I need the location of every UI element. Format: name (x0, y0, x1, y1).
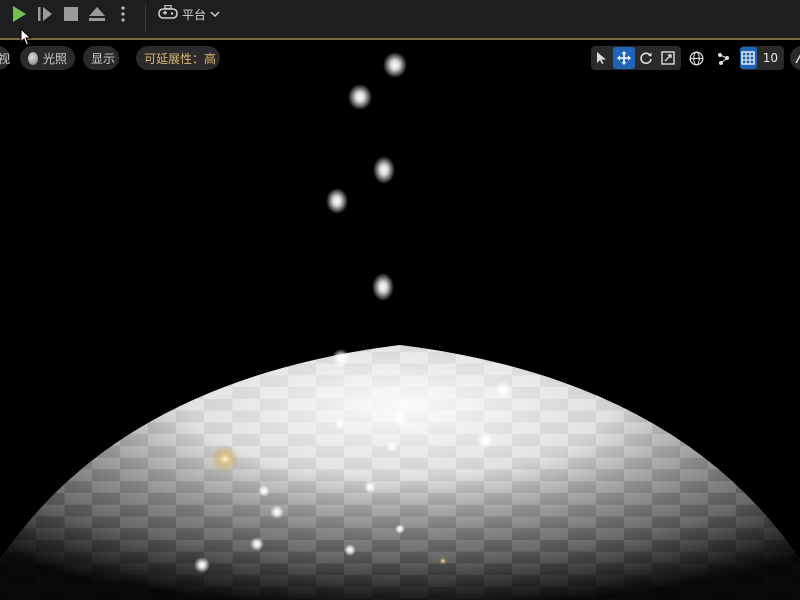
show-label: 显示 (91, 51, 116, 66)
chevron-down-icon (210, 7, 220, 21)
select-icon[interactable] (591, 47, 613, 69)
platform-label: 平台 (182, 7, 207, 22)
gamepad-icon (158, 4, 178, 24)
grid-snap-icon[interactable] (740, 47, 757, 69)
step-forward-icon[interactable] (34, 3, 56, 25)
scale-icon[interactable] (657, 47, 679, 69)
lighting-button[interactable]: 光照 (20, 46, 75, 70)
scalability-label: 可延展性：高 (144, 51, 217, 66)
lighting-label: 光照 (42, 51, 67, 66)
toolbar-divider (145, 4, 146, 32)
grid-snap-value[interactable]: 10 (757, 51, 784, 65)
platform-menu[interactable]: 平台 (158, 2, 220, 26)
show-button[interactable]: 显示 (83, 46, 119, 70)
eject-icon[interactable] (86, 3, 108, 25)
play-icon[interactable] (8, 3, 30, 25)
toolbar-accent-line (0, 38, 800, 40)
angle-snap-icon[interactable] (790, 47, 800, 69)
grid-snap: 10 (740, 46, 784, 70)
rotate-icon[interactable] (635, 47, 657, 69)
scalability-button[interactable]: 可延展性：高 (136, 46, 220, 70)
angle-snap (790, 46, 800, 70)
surface-snap (712, 46, 736, 70)
main-toolbar: 平台 (0, 0, 800, 40)
world-space-icon[interactable] (685, 47, 707, 69)
viewport-scene[interactable] (0, 40, 800, 600)
coordinate-space (685, 46, 709, 70)
viewport-toolbar: 视 光照 显示 可延展性：高 10 (0, 44, 800, 72)
view-mode-button[interactable]: 视 (0, 46, 10, 70)
lighting-sphere-icon (28, 51, 38, 65)
surface-snap-icon[interactable] (712, 47, 734, 69)
view-mode-label: 视 (0, 51, 11, 66)
translate-icon[interactable] (613, 47, 635, 69)
transform-tools (591, 46, 681, 70)
more-vertical-icon[interactable] (112, 3, 134, 25)
stop-icon[interactable] (60, 3, 82, 25)
